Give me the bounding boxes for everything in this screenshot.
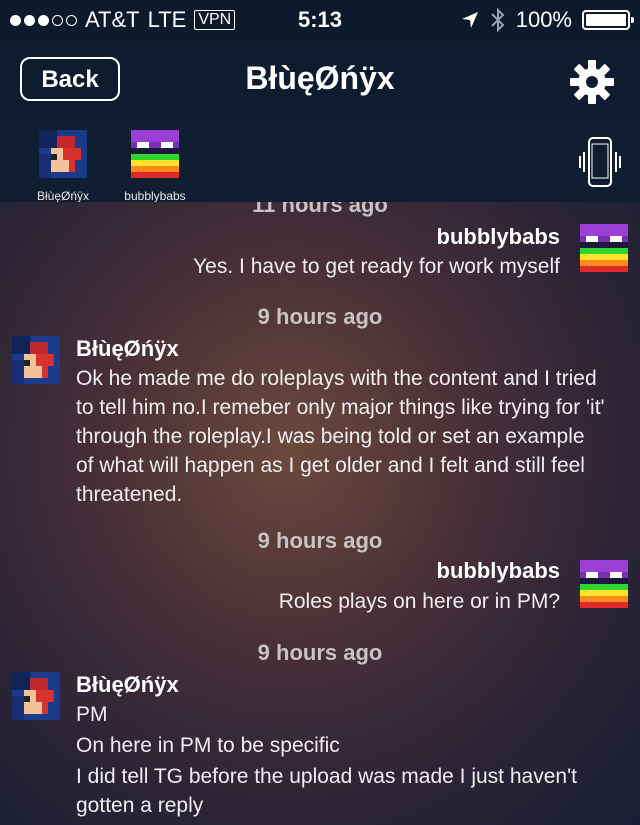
avatar-blueonyx [39, 130, 87, 178]
message-text: I did tell TG before the upload was made… [76, 765, 577, 817]
status-bar: AT&T LTE VPN 5:13 100% [0, 0, 640, 40]
timestamp: 11 hours ago [252, 202, 388, 217]
participant-name: bubblybabs [124, 189, 186, 203]
participants-bar: BłùęØńÿx bubblybabs [0, 122, 640, 203]
timestamp: 9 hours ago [257, 640, 383, 665]
gear-icon[interactable] [568, 58, 616, 106]
bluetooth-icon [491, 7, 505, 33]
avatar-blueonyx[interactable] [12, 336, 60, 384]
message-sender: bubblybabs [436, 224, 560, 249]
message-text: On here in PM to be specific [76, 734, 340, 757]
timestamp: 9 hours ago [257, 528, 383, 553]
battery-percent: 100% [515, 7, 572, 32]
avatar-bubblybabs[interactable] [580, 560, 628, 608]
chat-area[interactable]: 11 hours ago bubblybabs Yes. I have to g… [0, 202, 640, 825]
participant-name: BłùęØńÿx [36, 189, 90, 203]
message-sender: BłùęØńÿx [76, 672, 179, 697]
message-text: Yes. I have to get ready for work myself [193, 255, 560, 278]
message-sender: bubblybabs [436, 558, 560, 583]
page-title: BłùęØńÿx [245, 60, 395, 96]
message-sender: BłùęØńÿx [76, 336, 179, 361]
nav-bar: Back BłùęØńÿx [0, 40, 640, 122]
vibrate-phone-icon[interactable] [578, 136, 622, 188]
participant-blueonyx[interactable]: BłùęØńÿx [18, 130, 108, 203]
message-text: Roles plays on here or in PM? [278, 590, 560, 613]
avatar-bubblybabs [131, 130, 179, 178]
timestamp: 9 hours ago [257, 304, 383, 329]
location-arrow-icon [461, 12, 478, 28]
battery-icon [582, 10, 634, 30]
message-text: PM [76, 703, 108, 726]
message-text: Ok he made me do roleplays with the cont… [76, 367, 605, 506]
avatar-blueonyx[interactable] [12, 672, 60, 720]
status-right: 100% [460, 0, 634, 40]
participant-bubblybabs[interactable]: bubblybabs [110, 130, 200, 203]
avatar-bubblybabs[interactable] [580, 224, 628, 272]
